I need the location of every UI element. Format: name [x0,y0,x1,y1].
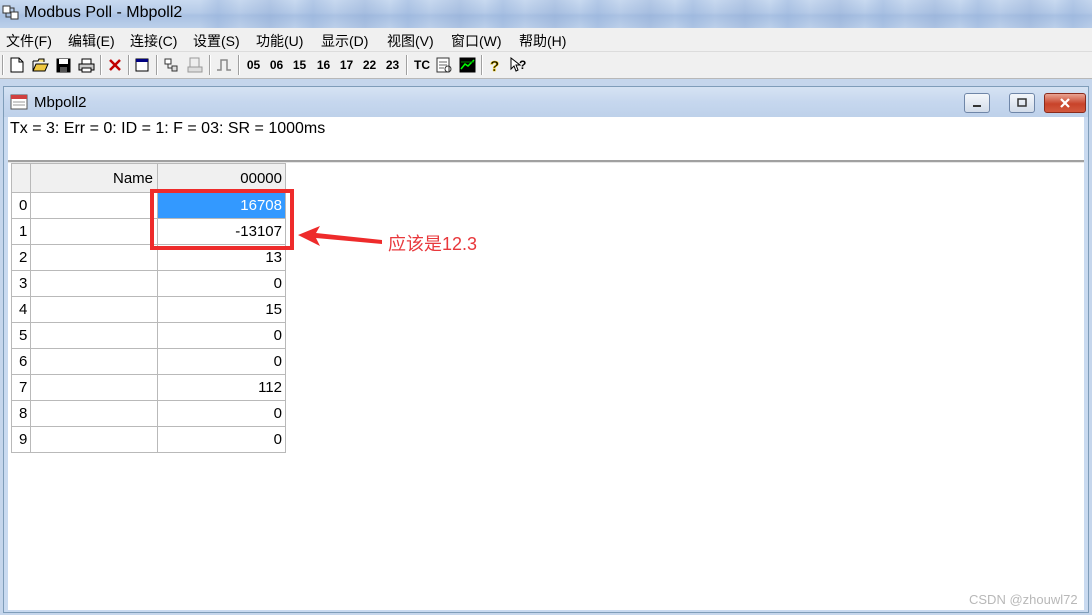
menu-window[interactable]: 窗口(W) [451,31,502,51]
tc-button[interactable]: TC [412,55,432,75]
print-icon[interactable] [77,55,95,75]
row-number[interactable]: 5 [11,323,31,349]
menubar: 文件(F) 编辑(E) 连接(C) 设置(S) 功能(U) 显示(D) 视图(V… [0,28,1092,52]
name-cell[interactable] [31,271,158,297]
window-icon[interactable] [133,55,151,75]
minimize-button[interactable] [964,93,990,113]
register-value-cell[interactable]: 0 [158,349,286,375]
help-icon[interactable]: ? [486,55,504,75]
context-help-icon[interactable]: ? [509,55,529,75]
menu-setup[interactable]: 设置(S) [193,31,240,51]
function-17-button[interactable]: 17 [337,55,356,75]
name-cell[interactable] [31,193,158,219]
delete-icon[interactable] [106,55,124,75]
row-number[interactable]: 4 [11,297,31,323]
menu-view[interactable]: 视图(V) [387,31,434,51]
toolbar: 05 06 15 16 17 22 23 TC ? ? [0,52,1092,79]
app-title: Modbus Poll - Mbpoll2 [24,4,183,21]
toolbar-separator [156,55,158,75]
name-cell[interactable] [31,219,158,245]
toolbar-separator [481,55,483,75]
app-titlebar: Modbus Poll - Mbpoll2 [0,0,1092,28]
row-number[interactable]: 1 [11,219,31,245]
row-number[interactable]: 0 [11,193,31,219]
toolbar-separator [209,55,211,75]
grid-corner [11,163,31,193]
disconnect-icon[interactable] [186,55,204,75]
status-line: Tx = 3: Err = 0: ID = 1: F = 03: SR = 10… [10,120,326,137]
save-icon[interactable] [54,55,72,75]
row-number[interactable]: 8 [11,401,31,427]
function-23-button[interactable]: 23 [383,55,402,75]
menu-functions[interactable]: 功能(U) [256,31,303,51]
close-button[interactable] [1044,93,1086,113]
modbus-poll-app-icon [2,4,20,22]
function-22-button[interactable]: 22 [360,55,379,75]
row-number[interactable]: 2 [11,245,31,271]
name-cell[interactable] [31,375,158,401]
row-number[interactable]: 3 [11,271,31,297]
name-cell[interactable] [31,401,158,427]
svg-text:?: ? [490,58,499,73]
toolbar-separator [406,55,408,75]
pulse-icon[interactable] [215,55,233,75]
function-05-button[interactable]: 05 [244,55,263,75]
name-cell[interactable] [31,323,158,349]
chart-icon[interactable] [458,55,476,75]
watermark: CSDN @zhouwl72 [969,592,1078,607]
register-value-cell[interactable]: 112 [158,375,286,401]
communication-icon[interactable] [435,55,453,75]
toolbar-grip [2,55,4,75]
function-16-button[interactable]: 16 [314,55,333,75]
menu-display[interactable]: 显示(D) [321,31,368,51]
menu-connection[interactable]: 连接(C) [130,31,177,51]
document-icon [10,94,28,110]
highlight-box [150,189,294,250]
function-06-button[interactable]: 06 [267,55,286,75]
new-icon[interactable] [8,55,26,75]
svg-text:?: ? [519,58,526,72]
name-cell[interactable] [31,297,158,323]
toolbar-separator [100,55,102,75]
annotation-text: 应该是12.3 [388,234,478,254]
register-value-cell[interactable]: 15 [158,297,286,323]
titlebar-background [200,0,1092,28]
register-value-cell[interactable]: 0 [158,427,286,453]
connect-icon[interactable] [162,55,180,75]
register-value-cell[interactable]: 0 [158,401,286,427]
row-number[interactable]: 9 [11,427,31,453]
row-number[interactable]: 6 [11,349,31,375]
register-value-cell[interactable]: 0 [158,271,286,297]
toolbar-separator [238,55,240,75]
child-title: Mbpoll2 [34,94,87,111]
row-number[interactable]: 7 [11,375,31,401]
menu-edit[interactable]: 编辑(E) [68,31,115,51]
child-titlebar[interactable]: Mbpoll2 [4,87,1088,117]
name-cell[interactable] [31,349,158,375]
maximize-button[interactable] [1009,93,1035,113]
name-cell[interactable] [31,245,158,271]
name-cell[interactable] [31,427,158,453]
menu-file[interactable]: 文件(F) [6,31,52,51]
open-icon[interactable] [31,55,49,75]
name-column-header[interactable]: Name [31,163,158,193]
menu-help[interactable]: 帮助(H) [519,31,566,51]
function-15-button[interactable]: 15 [290,55,309,75]
register-value-cell[interactable]: 0 [158,323,286,349]
toolbar-separator [128,55,130,75]
annotation-arrow [298,226,382,246]
